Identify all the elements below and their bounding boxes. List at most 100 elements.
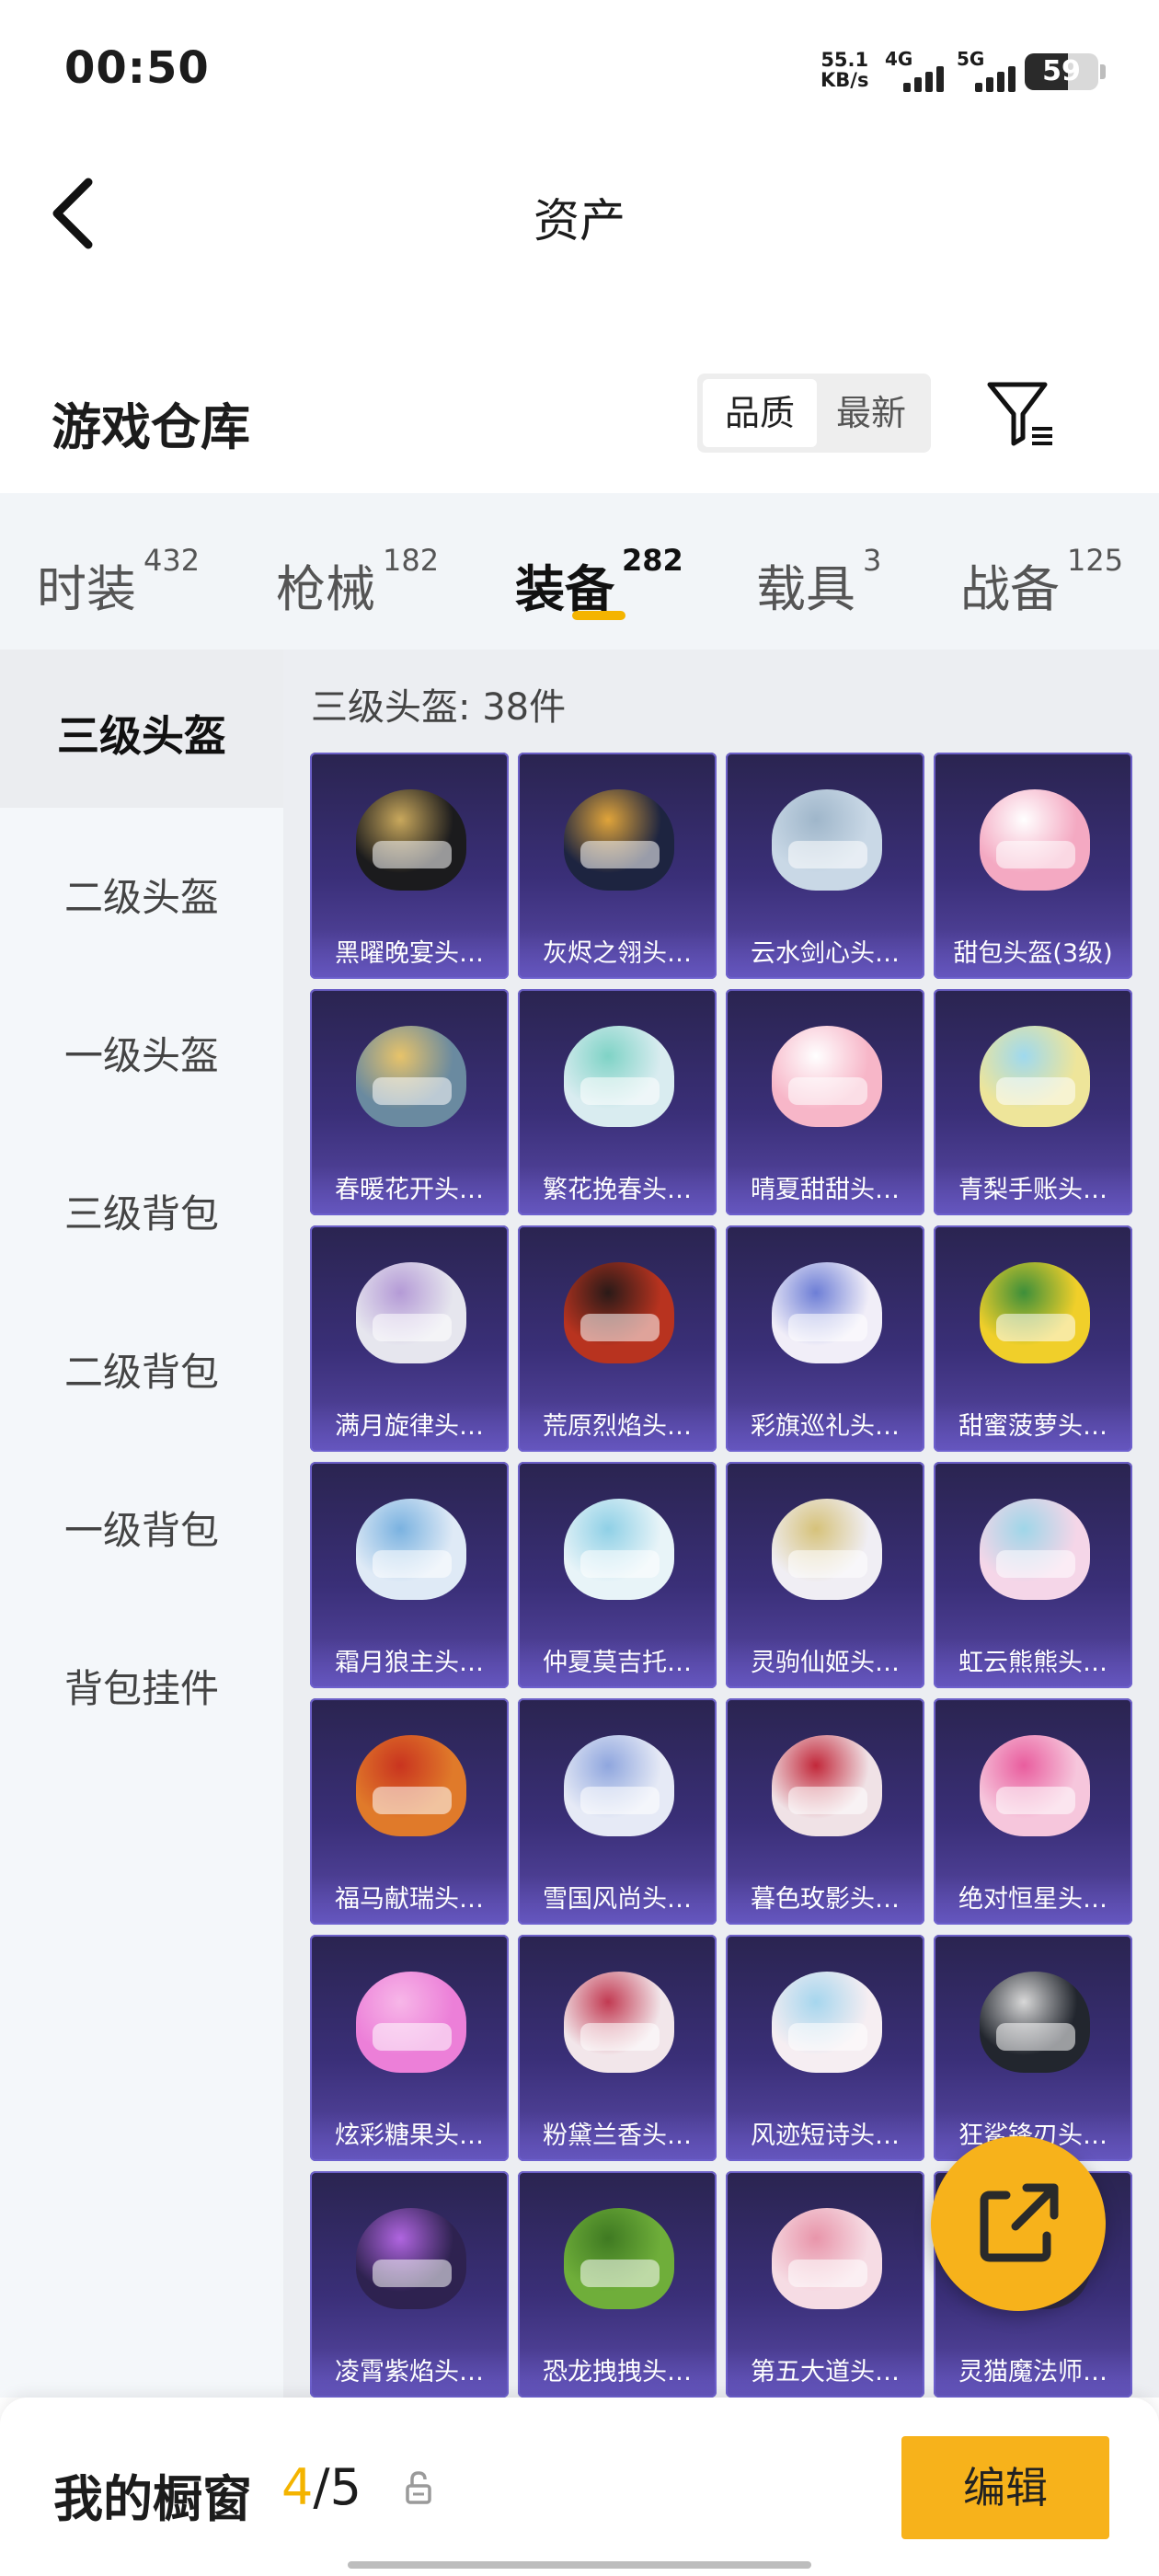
battery-icon: 59	[1025, 53, 1098, 90]
helmet-visor	[373, 2023, 452, 2051]
item-name: 甜蜜菠萝头…	[934, 1402, 1132, 1452]
helmet-visor	[373, 1550, 452, 1578]
side-item-level3-helmet[interactable]: 三级头盔	[0, 703, 283, 764]
helmet-image	[980, 1499, 1090, 1600]
helmet-visor	[580, 2260, 660, 2287]
home-indicator[interactable]	[348, 2561, 811, 2569]
item-name: 彩旗巡礼头…	[726, 1402, 924, 1452]
item-card[interactable]: 甜包头盔(3级)	[934, 753, 1132, 979]
item-card[interactable]: 虹云熊熊头…	[934, 1462, 1132, 1688]
tab-combat-gear[interactable]: 战备 125	[960, 543, 1123, 621]
share-button[interactable]	[931, 2136, 1106, 2311]
helmet-image	[980, 1735, 1090, 1836]
helmet-visor	[996, 1550, 1075, 1578]
helmet-image	[356, 1026, 466, 1127]
edit-button[interactable]: 编辑	[901, 2436, 1109, 2539]
filter-button[interactable]	[984, 377, 1058, 451]
helmet-visor	[580, 1550, 660, 1578]
helmet-image	[564, 1262, 674, 1363]
item-card[interactable]: 仲夏莫吉托…	[518, 1462, 717, 1688]
item-card[interactable]: 青梨手账头…	[934, 989, 1132, 1215]
item-name: 灵猫魔法师…	[934, 2348, 1132, 2398]
item-card[interactable]: 炫彩糖果头…	[310, 1935, 509, 2161]
item-name: 福马献瑞头…	[310, 1875, 509, 1925]
side-item-level3-backpack[interactable]: 三级背包	[0, 1183, 283, 1239]
item-card[interactable]: 春暖花开头…	[310, 989, 509, 1215]
helmet-image	[356, 1499, 466, 1600]
battery-tip	[1100, 64, 1106, 79]
item-card[interactable]: 第五大道头…	[726, 2171, 924, 2398]
tab-firearms[interactable]: 枪械 182	[276, 543, 439, 621]
side-item-level1-helmet[interactable]: 一级头盔	[0, 1025, 283, 1081]
helmet-visor	[996, 841, 1075, 868]
showcase-current: 4	[281, 2458, 314, 2516]
helmet-image	[564, 1499, 674, 1600]
item-card[interactable]: 灵驹仙姬头…	[726, 1462, 924, 1688]
item-card[interactable]: 黑曜晚宴头…	[310, 753, 509, 979]
side-item-level2-helmet[interactable]: 二级头盔	[0, 867, 283, 923]
helmet-image	[564, 789, 674, 891]
helmet-image	[356, 1972, 466, 2073]
tab-label: 时装	[37, 560, 136, 618]
sort-option-quality[interactable]: 品质	[703, 379, 817, 447]
tab-count: 3	[863, 543, 882, 578]
item-card[interactable]: 福马献瑞头…	[310, 1698, 509, 1925]
helmet-visor	[788, 1550, 867, 1578]
helmet-image	[772, 2208, 882, 2309]
side-item-level1-backpack[interactable]: 一级背包	[0, 1500, 283, 1556]
item-card[interactable]: 狂鲨锋刃头…	[934, 1935, 1132, 2161]
item-name: 粉黛兰香头…	[518, 2111, 717, 2161]
item-card[interactable]: 绝对恒星头…	[934, 1698, 1132, 1925]
item-card[interactable]: 甜蜜菠萝头…	[934, 1225, 1132, 1452]
item-card[interactable]: 满月旋律头…	[310, 1225, 509, 1452]
helmet-image	[356, 1735, 466, 1836]
item-card[interactable]: 凌霄紫焰头…	[310, 2171, 509, 2398]
tab-label: 装备	[515, 560, 614, 618]
item-name: 第五大道头…	[726, 2348, 924, 2398]
helmet-visor	[373, 2260, 452, 2287]
helmet-visor	[373, 1314, 452, 1341]
showcase-separator: /	[313, 2458, 330, 2516]
item-card[interactable]: 云水剑心头…	[726, 753, 924, 979]
item-name: 甜包头盔(3级)	[934, 929, 1132, 979]
item-card[interactable]: 荒原烈焰头…	[518, 1225, 717, 1452]
helmet-visor	[788, 1314, 867, 1341]
helmet-image	[356, 1262, 466, 1363]
item-card[interactable]: 繁花挽春头…	[518, 989, 717, 1215]
sort-option-latest[interactable]: 最新	[817, 379, 925, 447]
item-name: 恐龙拽拽头…	[518, 2348, 717, 2398]
filter-icon	[987, 382, 1052, 446]
tab-count: 282	[622, 543, 683, 578]
helmet-visor	[373, 1077, 452, 1105]
share-external-icon	[980, 2183, 1059, 2262]
helmet-image	[356, 2208, 466, 2309]
item-card[interactable]: 风迹短诗头…	[726, 1935, 924, 2161]
item-name: 绝对恒星头…	[934, 1875, 1132, 1925]
item-card[interactable]: 暮色玫影头…	[726, 1698, 924, 1925]
item-card[interactable]: 晴夏甜甜头…	[726, 989, 924, 1215]
item-name: 灵驹仙姬头…	[726, 1639, 924, 1688]
sort-toggle: 品质 最新	[697, 374, 931, 453]
item-card[interactable]: 恐龙拽拽头…	[518, 2171, 717, 2398]
side-item-backpack-charm[interactable]: 背包挂件	[0, 1658, 283, 1714]
helmet-visor	[788, 1787, 867, 1814]
item-card[interactable]: 粉黛兰香头…	[518, 1935, 717, 2161]
item-card[interactable]: 霜月狼主头…	[310, 1462, 509, 1688]
item-name: 炫彩糖果头…	[310, 2111, 509, 2161]
item-card[interactable]: 彩旗巡礼头…	[726, 1225, 924, 1452]
helmet-image	[772, 1499, 882, 1600]
side-item-level2-backpack[interactable]: 二级背包	[0, 1341, 283, 1397]
helmet-visor	[788, 1077, 867, 1105]
item-card[interactable]: 雪国风尚头…	[518, 1698, 717, 1925]
item-name: 风迹短诗头…	[726, 2111, 924, 2161]
tab-fashion[interactable]: 时装 432	[37, 543, 200, 621]
tab-vehicles[interactable]: 载具 3	[756, 543, 881, 621]
item-card[interactable]: 灰烬之翎头…	[518, 753, 717, 979]
tab-label: 载具	[756, 560, 855, 618]
item-name: 暮色玫影头…	[726, 1875, 924, 1925]
helmet-visor	[996, 1077, 1075, 1105]
helmet-image	[980, 1262, 1090, 1363]
helmet-image	[564, 1735, 674, 1836]
warehouse-title: 游戏仓库	[52, 398, 250, 456]
helmet-visor	[788, 2260, 867, 2287]
